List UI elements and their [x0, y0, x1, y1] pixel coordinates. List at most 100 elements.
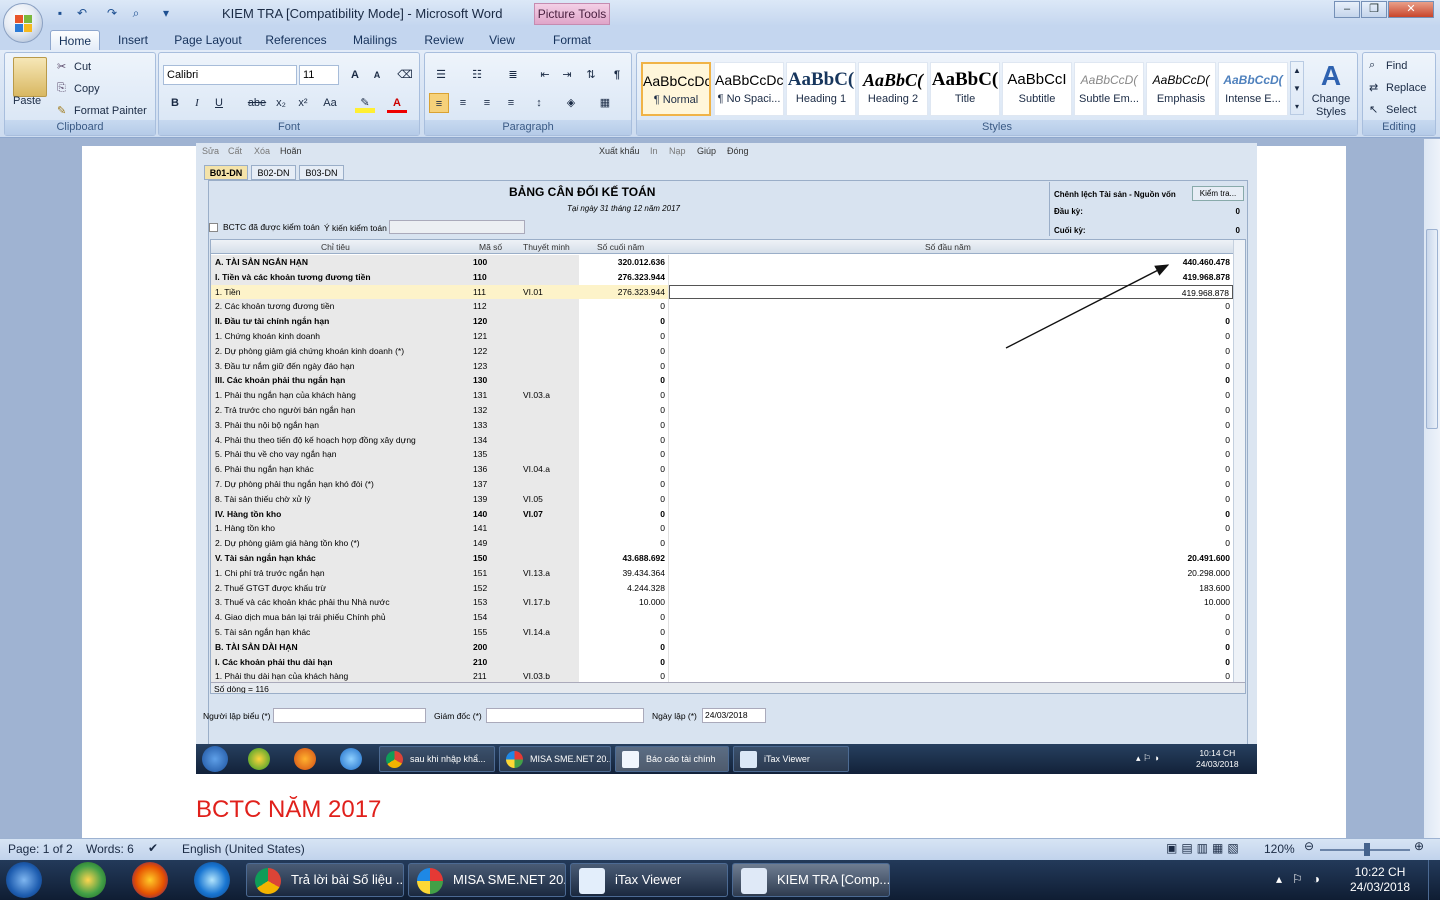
- bold-button[interactable]: B: [165, 93, 185, 113]
- font-color-button[interactable]: A: [387, 93, 407, 113]
- font-size-select[interactable]: 11: [299, 65, 339, 85]
- embedded-firefox-icon[interactable]: [294, 748, 316, 770]
- tab-mailings[interactable]: Mailings: [346, 30, 404, 50]
- shading-icon[interactable]: ◈: [561, 93, 581, 113]
- clock[interactable]: 10:22 CH 24/03/2018: [1350, 865, 1410, 895]
- vertical-scrollbar[interactable]: [1424, 139, 1440, 838]
- scroll-thumb[interactable]: [1426, 229, 1438, 429]
- proofing-icon[interactable]: ✔: [148, 841, 158, 855]
- close-button[interactable]: ✕: [1388, 1, 1434, 18]
- copy-label: Copy: [74, 82, 100, 95]
- select-button[interactable]: ↖ Select: [1369, 103, 1417, 117]
- tab-format[interactable]: Format: [544, 30, 600, 50]
- word-icon: [741, 868, 767, 894]
- undo-icon[interactable]: ↶: [74, 5, 90, 21]
- highlight-button[interactable]: ✎: [355, 93, 375, 113]
- maximize-button[interactable]: ❐: [1361, 1, 1387, 18]
- paste-button[interactable]: Paste: [13, 95, 41, 107]
- superscript-button[interactable]: x²: [293, 93, 313, 113]
- justify-icon[interactable]: ≡: [501, 93, 521, 113]
- align-right-icon[interactable]: ≡: [477, 93, 497, 113]
- change-styles-button[interactable]: A Change Styles: [1307, 59, 1355, 119]
- zoom-in-icon[interactable]: ⊕: [1414, 839, 1424, 853]
- style-heading-2[interactable]: AaBbC(Heading 2: [858, 62, 928, 116]
- embedded-task-chrome[interactable]: sau khi nhập khẩ...: [379, 746, 495, 772]
- font-name-select[interactable]: Calibri: [163, 65, 297, 85]
- style-title[interactable]: AaBbC(Title: [930, 62, 1000, 116]
- firefox-icon[interactable]: [132, 862, 168, 898]
- sort-icon[interactable]: ⇅: [581, 65, 601, 85]
- underline-button[interactable]: U: [209, 93, 229, 113]
- multilevel-list-icon[interactable]: ≣: [503, 65, 523, 85]
- change-case-button[interactable]: Aa: [317, 93, 343, 113]
- tab-home[interactable]: Home: [50, 30, 100, 50]
- shrink-font-button[interactable]: A: [367, 65, 387, 85]
- zoom-out-icon[interactable]: ⊖: [1304, 839, 1314, 853]
- replace-button[interactable]: ⇄ Replace: [1369, 81, 1426, 95]
- align-left-icon[interactable]: ≡: [429, 93, 449, 113]
- office-button[interactable]: [3, 3, 43, 43]
- save-icon[interactable]: ▪: [52, 5, 68, 21]
- bullets-icon[interactable]: ☰: [431, 65, 451, 85]
- print-preview-icon[interactable]: ⌕: [128, 5, 144, 21]
- format-painter-button[interactable]: ✎ Format Painter: [57, 104, 147, 118]
- word-count[interactable]: Words: 6: [86, 842, 134, 856]
- style-normal[interactable]: AaBbCcDc ¶ Normal: [641, 62, 711, 116]
- align-center-icon[interactable]: ≡: [453, 93, 473, 113]
- redo-icon[interactable]: ↷: [104, 5, 120, 21]
- numbering-icon[interactable]: ☷: [467, 65, 487, 85]
- style-intense-emphasis[interactable]: AaBbCcD(Intense E...: [1218, 62, 1288, 116]
- embedded-task-report[interactable]: Báo cáo tài chính: [615, 746, 729, 772]
- task-itax[interactable]: iTax Viewer: [570, 863, 728, 897]
- subscript-button[interactable]: x₂: [271, 93, 291, 113]
- cut-button[interactable]: ✂ Cut: [57, 60, 91, 74]
- language-indicator[interactable]: English (United States): [182, 842, 305, 856]
- tab-review[interactable]: Review: [418, 30, 470, 50]
- strikethrough-button[interactable]: abe: [245, 93, 269, 113]
- show-desktop-button[interactable]: [1428, 860, 1440, 900]
- decrease-indent-icon[interactable]: ⇤: [535, 65, 555, 85]
- show-marks-icon[interactable]: ¶: [607, 65, 627, 85]
- tab-view[interactable]: View: [482, 30, 522, 50]
- embedded-start-icon[interactable]: [202, 746, 228, 772]
- zoom-slider-thumb[interactable]: [1364, 843, 1370, 856]
- embedded-media-icon[interactable]: [248, 748, 270, 770]
- embedded-tray-icons[interactable]: ▴ ⚐ ◑: [1136, 753, 1159, 764]
- increase-indent-icon[interactable]: ⇥: [557, 65, 577, 85]
- tab-page-layout[interactable]: Page Layout: [170, 30, 246, 50]
- style-emphasis[interactable]: AaBbCcD(Emphasis: [1146, 62, 1216, 116]
- copy-button[interactable]: ⎘ Copy: [57, 82, 100, 96]
- line-spacing-icon[interactable]: ↕: [529, 93, 549, 113]
- start-button[interactable]: [6, 862, 42, 898]
- embedded-task-misa[interactable]: MISA SME.NET 20...: [499, 746, 611, 772]
- style-no-spacing[interactable]: AaBbCcDc ¶ No Spaci...: [714, 62, 784, 116]
- tray-icons[interactable]: ▴⚐◑: [1276, 872, 1330, 886]
- task-word[interactable]: KIEM TRA [Comp...: [732, 863, 890, 897]
- italic-button[interactable]: I: [187, 93, 207, 113]
- style-heading-1[interactable]: AaBbC(Heading 1: [786, 62, 856, 116]
- style-subtitle[interactable]: AaBbCcI Subtitle: [1002, 62, 1072, 116]
- task-chrome[interactable]: Trả lời bài Số liệu ...: [246, 863, 404, 897]
- styles-scroll-icon[interactable]: ▲ ▼ ▾: [1290, 61, 1304, 115]
- internet-explorer-icon[interactable]: [194, 862, 230, 898]
- style-subtle-emphasis[interactable]: AaBbCcD(Subtle Em...: [1074, 62, 1144, 116]
- embedded-task-itax[interactable]: iTax Viewer: [733, 746, 849, 772]
- zoom-level[interactable]: 120%: [1264, 842, 1295, 856]
- tab-references[interactable]: References: [262, 30, 330, 50]
- replace-label: Replace: [1386, 81, 1427, 94]
- tab-insert[interactable]: Insert: [108, 30, 158, 50]
- embedded-ie-icon[interactable]: [340, 748, 362, 770]
- media-player-icon[interactable]: [70, 862, 106, 898]
- find-button[interactable]: ⌕ Find: [1369, 59, 1407, 73]
- task-misa[interactable]: MISA SME.NET 20...: [408, 863, 566, 897]
- minimize-button[interactable]: –: [1334, 1, 1360, 18]
- clear-format-button[interactable]: ⌫: [395, 65, 415, 85]
- view-buttons-icon[interactable]: ▣▤▥▦▧: [1166, 841, 1243, 855]
- paste-icon[interactable]: [13, 57, 47, 97]
- styles-group: AaBbCcDc ¶ Normal AaBbCcDc ¶ No Spaci... A…: [636, 52, 1358, 136]
- page-indicator[interactable]: Page: 1 of 2: [8, 842, 73, 856]
- taskbar: Trả lời bài Số liệu ... MISA SME.NET 20.…: [0, 860, 1440, 900]
- qat-dropdown-icon[interactable]: ▾: [158, 5, 174, 21]
- borders-icon[interactable]: ▦: [595, 93, 615, 113]
- grow-font-button[interactable]: A: [345, 65, 365, 85]
